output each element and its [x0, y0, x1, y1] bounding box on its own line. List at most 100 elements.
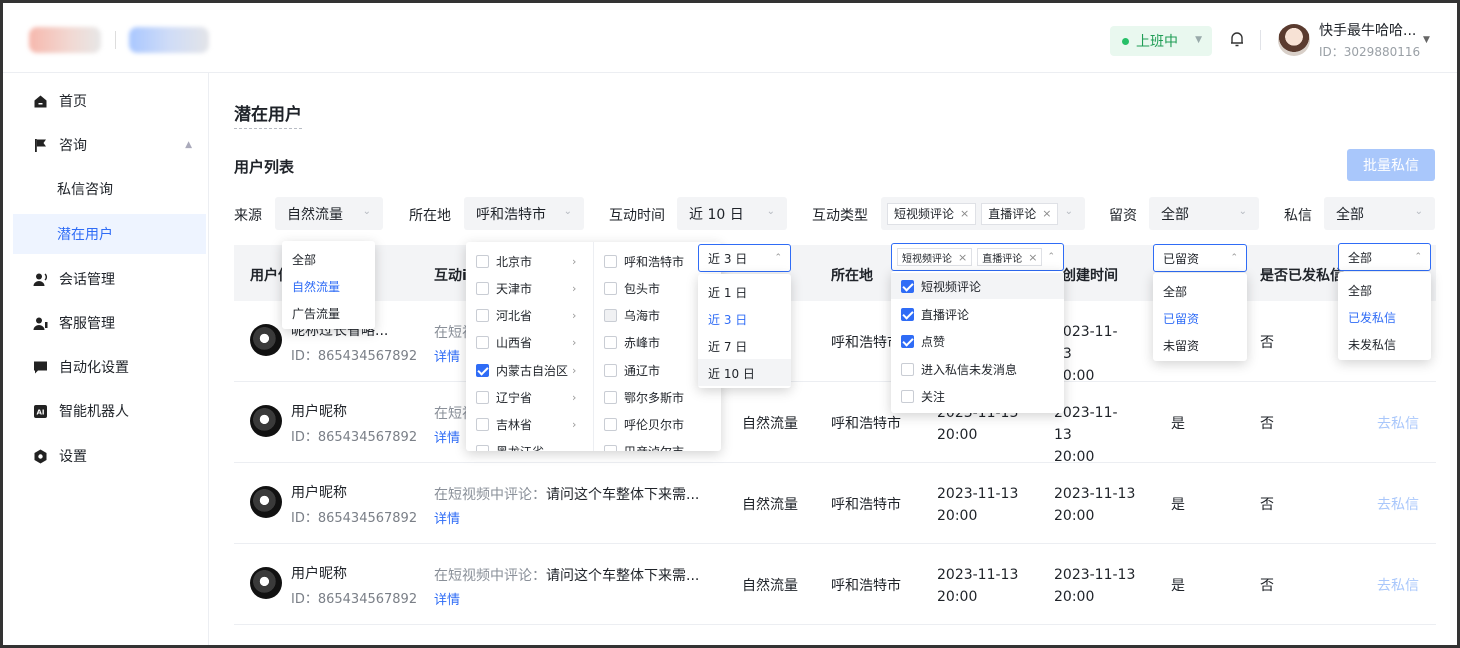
detail-link[interactable]: 详情	[434, 589, 460, 608]
city-item[interactable]: 乌海市	[604, 306, 660, 324]
dropdown-option[interactable]: 未留资	[1163, 337, 1199, 354]
dropdown-option[interactable]: 近 10 日	[708, 365, 755, 382]
type-tag[interactable]: 短视频评论 ×	[887, 202, 977, 225]
type-option[interactable]: 进入私信未发消息	[901, 360, 1017, 378]
sidebar-item-potential-users[interactable]: 潜在用户	[13, 214, 206, 254]
province-item-selected[interactable]: 内蒙古自治区 ›	[476, 361, 576, 379]
checkbox[interactable]	[476, 444, 489, 451]
user-name[interactable]: 快手最牛哈哈...	[1319, 20, 1416, 40]
province-item[interactable]: 吉林省 ›	[476, 415, 576, 433]
sidebar-item-automation[interactable]: 自动化设置	[13, 347, 206, 387]
dropdown-option[interactable]: 广告流量	[292, 305, 340, 322]
checkbox[interactable]	[604, 308, 617, 322]
city-item[interactable]: 包头市	[604, 279, 660, 297]
type-option[interactable]: 直播评论	[901, 305, 969, 323]
type-tag[interactable]: 短视频评论 ×	[897, 248, 973, 266]
checkbox[interactable]	[476, 335, 489, 349]
province-item[interactable]: 北京市 ›	[476, 252, 576, 270]
time-select[interactable]: 近 10 日 ⌄	[677, 197, 787, 230]
send-message-link[interactable]: 去私信	[1377, 413, 1419, 433]
checkbox[interactable]	[604, 390, 617, 404]
dropdown-option-selected[interactable]: 已发私信	[1348, 309, 1396, 326]
sidebar-item-home[interactable]: 首页	[13, 81, 206, 121]
checkbox[interactable]	[604, 417, 617, 431]
dropdown-option[interactable]: 近 1 日	[708, 284, 747, 301]
bell-icon[interactable]	[1228, 30, 1246, 48]
type-option[interactable]: 短视频评论	[901, 277, 981, 295]
type-select-open[interactable]: 短视频评论 × 直播评论 × ⌃	[891, 243, 1064, 271]
sidebar-item-settings[interactable]: 设置	[13, 436, 206, 476]
close-icon[interactable]: ×	[1042, 207, 1051, 220]
checkbox-checked[interactable]	[901, 307, 914, 321]
checkbox[interactable]	[901, 362, 914, 376]
detail-link[interactable]: 详情	[434, 508, 460, 527]
city-item[interactable]: 呼伦贝尔市	[604, 415, 684, 433]
city-item[interactable]: 呼和浩特市	[604, 252, 684, 270]
type-tag[interactable]: 直播评论 ×	[977, 248, 1043, 266]
location-select[interactable]: 呼和浩特市 ⌄	[464, 197, 584, 230]
checkbox[interactable]	[476, 390, 489, 404]
checkbox[interactable]	[604, 363, 617, 377]
message-select-open[interactable]: 全部 ⌃	[1338, 243, 1431, 271]
sidebar-item-robot[interactable]: AI 智能机器人	[13, 391, 206, 431]
checkbox[interactable]	[604, 281, 617, 295]
city-item[interactable]: 通辽市	[604, 361, 660, 379]
type-option[interactable]: 关注	[901, 387, 945, 405]
detail-link[interactable]: 详情	[434, 427, 460, 446]
dropdown-option-selected[interactable]: 自然流量	[292, 278, 340, 295]
bulk-message-button[interactable]: 批量私信	[1347, 149, 1435, 181]
column-header-created: 创建时间	[1062, 268, 1118, 284]
dropdown-option[interactable]: 全部	[1163, 283, 1187, 300]
sent-cell: 否	[1260, 335, 1274, 351]
checkbox-checked[interactable]	[901, 279, 914, 293]
tag-label: 直播评论	[988, 207, 1037, 221]
dropdown-option[interactable]: 全部	[292, 251, 316, 268]
city-item[interactable]: 赤峰市	[604, 333, 660, 351]
work-status-select[interactable]: 上班中 ▼	[1110, 26, 1212, 56]
close-icon[interactable]: ×	[958, 251, 967, 264]
checkbox[interactable]	[476, 417, 489, 431]
checkbox[interactable]	[604, 254, 617, 268]
item-label: 山西省	[496, 335, 533, 350]
province-item[interactable]: 河北省 ›	[476, 306, 576, 324]
send-message-link[interactable]: 去私信	[1377, 494, 1419, 514]
sidebar-item-private-message[interactable]: 私信咨询	[13, 169, 206, 209]
sidebar-item-sessions[interactable]: 会话管理	[13, 259, 206, 299]
detail-link[interactable]: 详情	[434, 346, 460, 365]
close-icon[interactable]: ×	[960, 207, 969, 220]
checkbox[interactable]	[476, 254, 489, 268]
avatar[interactable]	[1278, 24, 1310, 56]
sidebar-item-consult[interactable]: 咨询 ▲	[13, 125, 206, 165]
source-select[interactable]: 自然流量 ⌄	[275, 197, 383, 230]
time-select-open[interactable]: 近 3 日 ⌃	[698, 244, 791, 272]
province-item[interactable]: 黑龙江省	[476, 442, 544, 451]
checkbox[interactable]	[901, 389, 914, 403]
dropdown-option[interactable]: 全部	[1348, 282, 1372, 299]
checkbox[interactable]	[604, 335, 617, 349]
province-item[interactable]: 山西省 ›	[476, 333, 576, 351]
type-option[interactable]: 点赞	[901, 332, 945, 350]
province-item[interactable]: 辽宁省 ›	[476, 388, 576, 406]
close-icon[interactable]: ×	[1028, 251, 1037, 264]
checkbox-checked[interactable]	[476, 363, 489, 377]
kept-select-open[interactable]: 已留资 ⌃	[1153, 244, 1247, 272]
message-select[interactable]: 全部 ⌄	[1324, 197, 1435, 230]
checkbox[interactable]	[476, 281, 489, 295]
city-item[interactable]: 鄂尔多斯市	[604, 388, 684, 406]
checkbox[interactable]	[604, 444, 617, 451]
dropdown-option-selected[interactable]: 近 3 日	[708, 311, 747, 328]
sidebar-item-agents[interactable]: 客服管理	[13, 303, 206, 343]
send-message-link[interactable]: 去私信	[1377, 575, 1419, 595]
chevron-down-icon[interactable]: ▼	[1423, 35, 1430, 45]
item-label: 点赞	[921, 334, 946, 349]
province-item[interactable]: 天津市 ›	[476, 279, 576, 297]
checkbox[interactable]	[476, 308, 489, 322]
checkbox-checked[interactable]	[901, 334, 914, 348]
type-tag[interactable]: 直播评论 ×	[981, 202, 1059, 225]
city-item[interactable]: 巴彦淖尔市	[604, 442, 684, 451]
dropdown-option[interactable]: 未发私信	[1348, 336, 1396, 353]
kept-select[interactable]: 全部 ⌄	[1149, 197, 1259, 230]
dropdown-option[interactable]: 近 7 日	[708, 338, 747, 355]
type-select[interactable]: 短视频评论 × 直播评论 × ⌄	[881, 197, 1085, 230]
dropdown-option-selected[interactable]: 已留资	[1163, 310, 1199, 327]
